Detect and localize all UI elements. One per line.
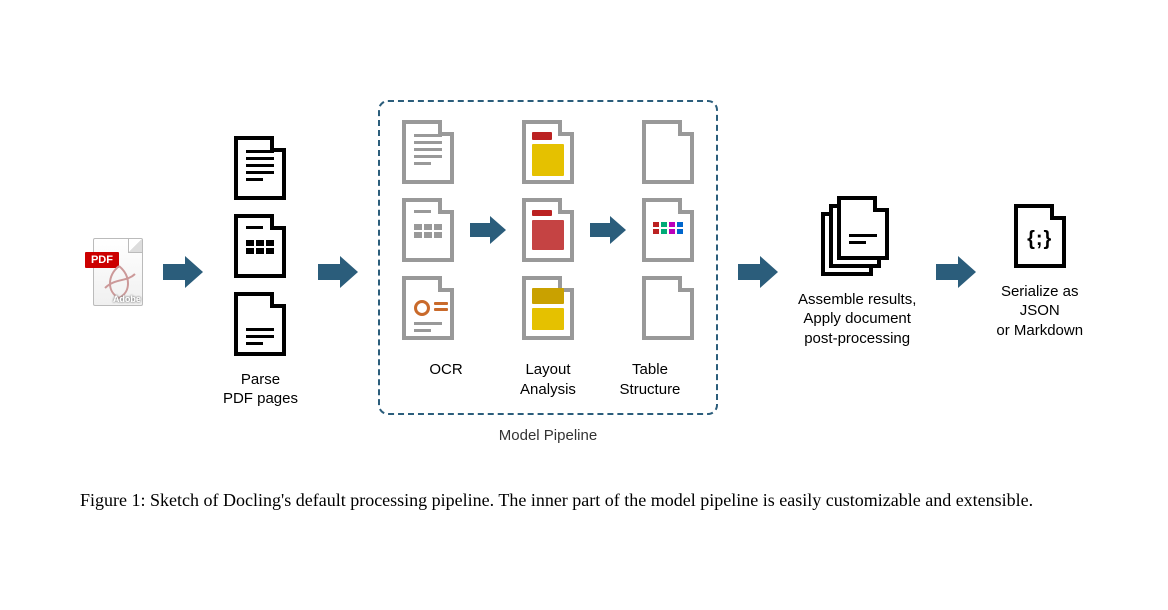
pdf-file-icon: PDF Adobe xyxy=(85,238,143,306)
arrow-icon xyxy=(736,254,780,290)
arrow-icon xyxy=(468,214,508,246)
table-label: Table Structure xyxy=(606,360,694,399)
ocr-label: OCR xyxy=(402,360,490,399)
table-doc-icon xyxy=(642,120,694,184)
layout-doc-icon xyxy=(522,198,574,262)
stage-model-pipeline: OCR Layout Analysis Table Structure Mode… xyxy=(378,100,718,444)
pipeline-col-ocr xyxy=(402,120,454,340)
stage-input: PDF Adobe xyxy=(85,238,143,306)
pipeline-col-table xyxy=(642,120,694,340)
layout-label: Layout Analysis xyxy=(504,360,592,399)
figure-caption: Figure 1: Sketch of Docling's default pr… xyxy=(0,464,1168,512)
stage-serialize: {;} Serialize as JSON or Markdown xyxy=(996,204,1083,341)
ocr-doc-icon xyxy=(402,198,454,262)
stage-assemble: Assemble results, Apply document post-pr… xyxy=(798,196,916,349)
arrow-icon xyxy=(316,254,360,290)
parsed-page-icon xyxy=(234,214,286,278)
ocr-doc-icon xyxy=(402,120,454,184)
arrow-icon xyxy=(934,254,978,290)
adobe-label: Adobe xyxy=(113,294,141,304)
pipeline-diagram: PDF Adobe Parse PDF pages xyxy=(0,0,1168,464)
arrow-icon xyxy=(161,254,205,290)
arrow-icon xyxy=(588,214,628,246)
doc-stack-icon xyxy=(821,196,893,276)
pipeline-caption: Model Pipeline xyxy=(499,427,597,444)
stage-parse: Parse PDF pages xyxy=(223,136,298,409)
table-doc-icon xyxy=(642,276,694,340)
layout-doc-icon xyxy=(522,276,574,340)
pipeline-col-layout xyxy=(522,120,574,340)
parsed-page-icon xyxy=(234,292,286,356)
json-glyph: {;} xyxy=(1018,228,1062,251)
parse-label: Parse PDF pages xyxy=(223,370,298,409)
serialize-label: Serialize as JSON or Markdown xyxy=(996,282,1083,341)
layout-doc-icon xyxy=(522,120,574,184)
parsed-page-icon xyxy=(234,136,286,200)
json-file-icon: {;} xyxy=(1014,204,1066,268)
ocr-doc-icon xyxy=(402,276,454,340)
model-pipeline-box: OCR Layout Analysis Table Structure xyxy=(378,100,718,415)
assemble-label: Assemble results, Apply document post-pr… xyxy=(798,290,916,349)
table-doc-icon xyxy=(642,198,694,262)
